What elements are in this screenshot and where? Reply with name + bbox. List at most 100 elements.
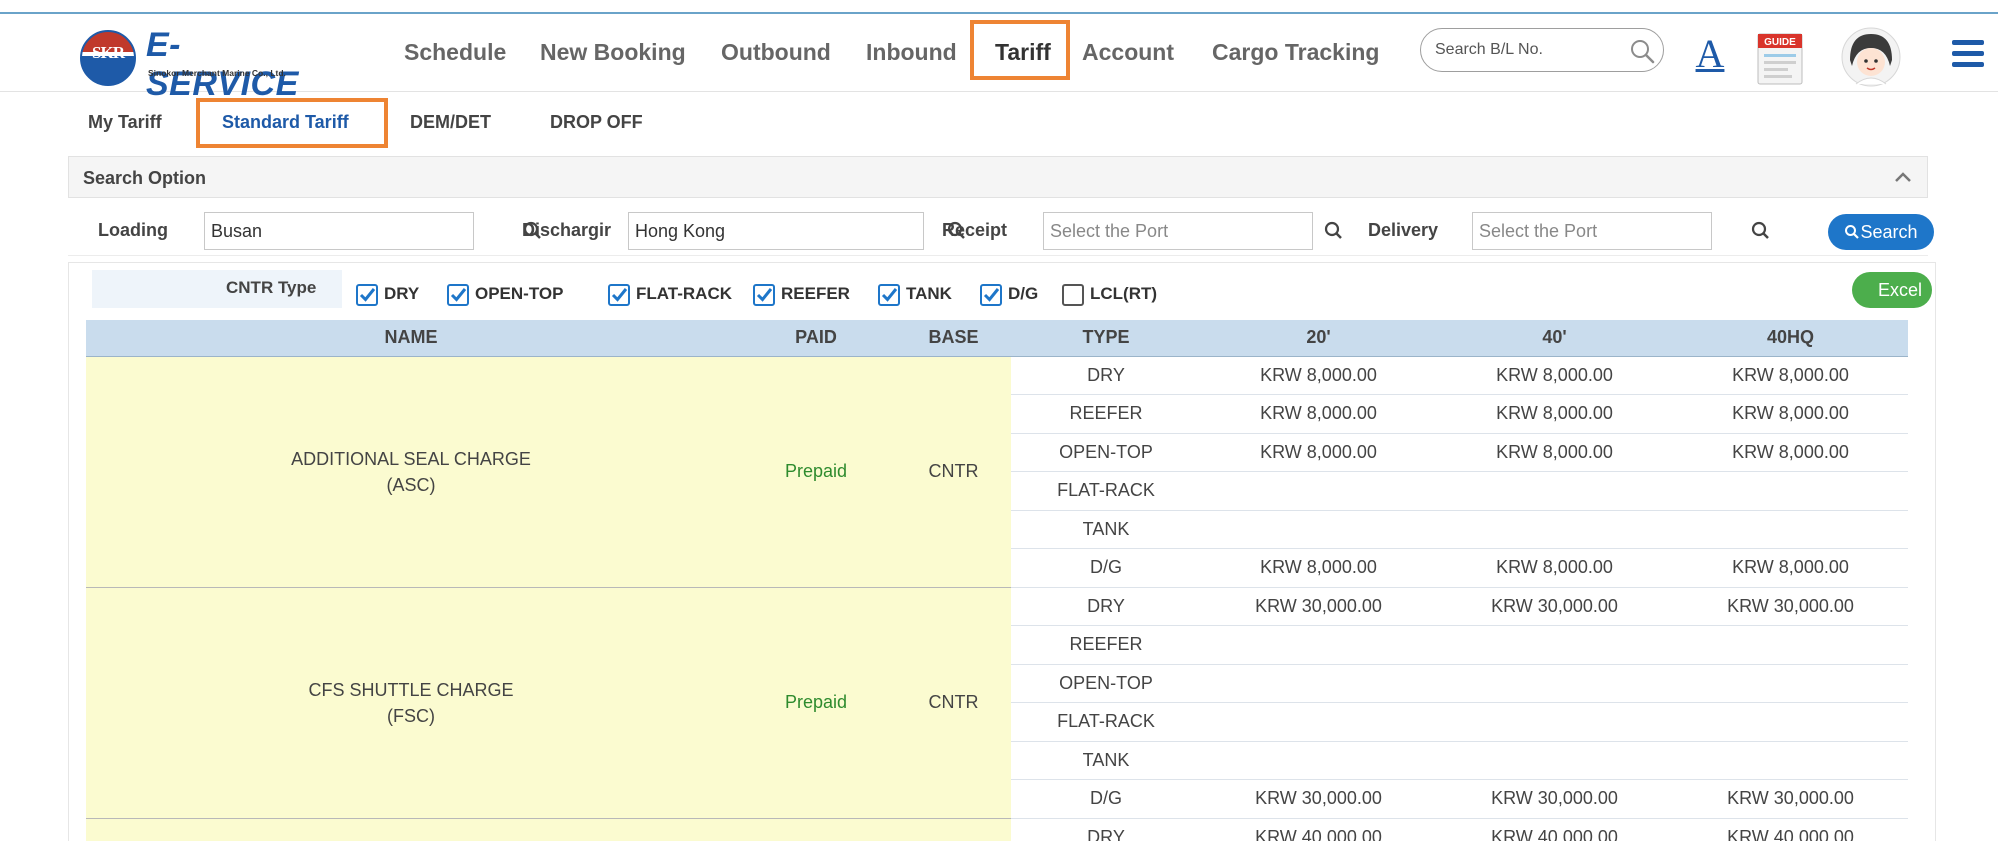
receipt-label: Receipt bbox=[942, 220, 1007, 241]
col-header-20ft[interactable]: 20' bbox=[1201, 320, 1436, 357]
nav-inbound[interactable]: Inbound bbox=[866, 14, 957, 92]
container-type-cell: DRY bbox=[1011, 587, 1201, 626]
rate-cell-20: KRW 30,000.00 bbox=[1201, 587, 1436, 626]
logo-brand: E-SERVICE bbox=[146, 26, 299, 103]
rate-cell-20: KRW 8,000.00 bbox=[1201, 356, 1436, 395]
container-type-cell: OPEN-TOP bbox=[1011, 433, 1201, 472]
nav-schedule[interactable]: Schedule bbox=[404, 14, 506, 92]
container-type-cell: OPEN-TOP bbox=[1011, 664, 1201, 703]
excel-button[interactable]: Excel bbox=[1852, 272, 1932, 308]
receipt-search-icon[interactable] bbox=[1315, 212, 1353, 250]
rate-cell-20 bbox=[1201, 741, 1436, 780]
container-type-cell: REEFER bbox=[1011, 625, 1201, 665]
rate-cell-40hq: KRW 30,000.00 bbox=[1673, 587, 1908, 626]
bl-search-box bbox=[1420, 28, 1664, 72]
tab-my-tariff[interactable]: My Tariff bbox=[88, 112, 162, 133]
rate-cell-20: KRW 8,000.00 bbox=[1201, 548, 1436, 588]
rate-cell-40: KRW 40,000.00 bbox=[1436, 818, 1673, 841]
checkbox-tank[interactable] bbox=[878, 284, 900, 306]
rate-cell-20: KRW 40,000.00 bbox=[1201, 818, 1436, 841]
table-row: CFS SHUTTLE CHARGE (FSC) Prepaid CNTR DRY KRW… bbox=[86, 587, 1908, 819]
checkbox-label: REEFER bbox=[781, 284, 850, 303]
rate-cell-40: KRW 30,000.00 bbox=[1436, 587, 1673, 626]
rate-cell-20 bbox=[1201, 471, 1436, 511]
delivery-field bbox=[1472, 212, 1712, 250]
container-type-cell: TANK bbox=[1011, 741, 1201, 780]
highlight-standard-tariff bbox=[196, 98, 388, 148]
container-type-cell: D/G bbox=[1011, 779, 1201, 819]
charge-name: ADDITIONAL SEAL CHARGE bbox=[291, 448, 531, 469]
logo[interactable]: SKR E-SERVICE Sinokor Merchant Marine Co… bbox=[80, 26, 330, 103]
paid-cell bbox=[736, 818, 896, 841]
tariff-table: NAME PAID BASE TYPE 20' 40' 40HQ ADDITIO… bbox=[86, 320, 1908, 841]
nav-new-booking[interactable]: New Booking bbox=[540, 14, 686, 92]
delivery-input[interactable] bbox=[1479, 221, 1670, 242]
delivery-search-icon[interactable] bbox=[1742, 212, 1780, 250]
loading-input[interactable] bbox=[211, 221, 426, 242]
container-type-cell: DRY bbox=[1011, 818, 1201, 841]
base-cell bbox=[896, 818, 1011, 841]
checkbox-dry[interactable] bbox=[356, 284, 378, 306]
checkbox-flat-rack[interactable] bbox=[608, 284, 630, 306]
table-row: DRY KRW 40,000.00 KRW 40,000.00 KRW 40,000.… bbox=[86, 818, 1908, 841]
logo-company: Sinokor Merchant Marine Co., Ltd. bbox=[148, 68, 286, 78]
search-option-filters: Loading Dischargir Receipt Delivery bbox=[68, 206, 1934, 256]
rate-cell-40hq bbox=[1673, 664, 1908, 703]
col-header-name[interactable]: NAME bbox=[86, 320, 736, 357]
container-type-cell: FLAT-RACK bbox=[1011, 471, 1201, 511]
table-header-row: NAME PAID BASE TYPE 20' 40' 40HQ bbox=[86, 320, 1908, 357]
tab-drop-off[interactable]: DROP OFF bbox=[550, 112, 643, 133]
checkbox-open-top[interactable] bbox=[447, 284, 469, 306]
base-cell: CNTR bbox=[896, 356, 1011, 588]
container-type-cell: REEFER bbox=[1011, 394, 1201, 434]
search-button[interactable]: Search bbox=[1828, 214, 1934, 250]
search-icon[interactable] bbox=[1629, 38, 1655, 64]
rate-cell-20 bbox=[1201, 510, 1436, 549]
discharging-field bbox=[628, 212, 924, 250]
receipt-field bbox=[1043, 212, 1313, 250]
search-button-icon bbox=[1845, 225, 1860, 239]
charge-name-cell: ADDITIONAL SEAL CHARGE (ASC) bbox=[86, 356, 736, 588]
checkbox-d-g[interactable] bbox=[980, 284, 1002, 306]
search-button-label: Search bbox=[1860, 222, 1918, 242]
nav-cargo-tracking[interactable]: Cargo Tracking bbox=[1212, 14, 1379, 92]
checkbox-label: FLAT-RACK bbox=[636, 284, 732, 303]
discharging-input[interactable] bbox=[635, 221, 871, 242]
rate-cell-40hq: KRW 40,000.00 bbox=[1673, 818, 1908, 841]
hamburger-menu-icon[interactable] bbox=[1952, 40, 1984, 68]
rate-cell-20 bbox=[1201, 664, 1436, 703]
rate-cell-40: KRW 8,000.00 bbox=[1436, 433, 1673, 472]
font-size-button[interactable]: A bbox=[1688, 30, 1732, 80]
bl-search-input[interactable] bbox=[1435, 39, 1605, 61]
col-header-40ft[interactable]: 40' bbox=[1436, 320, 1673, 357]
container-type-cell: TANK bbox=[1011, 510, 1201, 549]
checkbox-label: DRY bbox=[384, 284, 420, 303]
checkbox-lcl-rt[interactable] bbox=[1062, 284, 1084, 306]
paid-cell: Prepaid bbox=[736, 356, 896, 588]
rate-cell-40: KRW 8,000.00 bbox=[1436, 394, 1673, 434]
delivery-label: Delivery bbox=[1368, 220, 1439, 240]
paid-cell: Prepaid bbox=[736, 587, 896, 819]
tab-dem-det[interactable]: DEM/DET bbox=[410, 112, 491, 133]
user-avatar[interactable] bbox=[1840, 26, 1902, 88]
rate-cell-40 bbox=[1436, 471, 1673, 511]
col-header-paid[interactable]: PAID bbox=[736, 320, 896, 357]
checkbox-reefer[interactable] bbox=[753, 284, 775, 306]
receipt-input[interactable] bbox=[1050, 221, 1265, 242]
checkbox-label: TANK bbox=[906, 284, 952, 303]
col-header-40hq[interactable]: 40HQ bbox=[1673, 320, 1908, 357]
guide-book-icon[interactable]: GUIDE bbox=[1752, 26, 1808, 86]
col-header-base[interactable]: BASE bbox=[896, 320, 1011, 357]
checkbox-label: D/G bbox=[1008, 284, 1039, 303]
rate-cell-40 bbox=[1436, 702, 1673, 742]
rate-cell-40 bbox=[1436, 625, 1673, 665]
nav-outbound[interactable]: Outbound bbox=[721, 14, 831, 92]
nav-account[interactable]: Account bbox=[1082, 14, 1174, 92]
container-type-cell: FLAT-RACK bbox=[1011, 702, 1201, 742]
collapse-chevron-up-icon[interactable] bbox=[1893, 169, 1913, 185]
rate-cell-20: KRW 8,000.00 bbox=[1201, 394, 1436, 434]
col-header-type[interactable]: TYPE bbox=[1011, 320, 1201, 357]
loading-label: Loading bbox=[98, 220, 168, 240]
receipt-label-text: Receipt bbox=[942, 220, 1008, 240]
rate-cell-40 bbox=[1436, 664, 1673, 703]
